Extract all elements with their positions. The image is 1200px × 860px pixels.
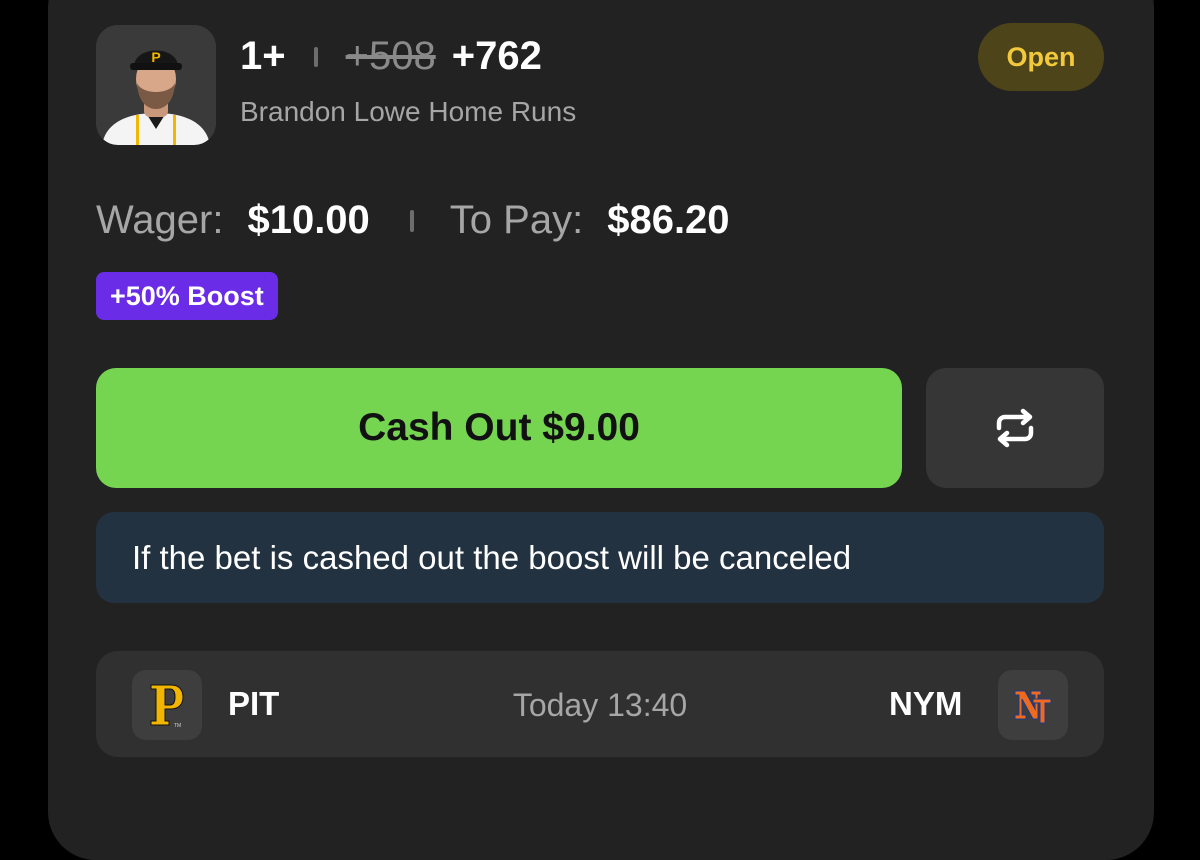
divider bbox=[409, 209, 414, 232]
divider bbox=[313, 46, 318, 67]
market-name: Brandon Lowe Home Runs bbox=[240, 96, 577, 127]
game-info-row[interactable]: TM PIT Today 13:40 NYM bbox=[96, 651, 1104, 757]
bet-odds-line: 1+ +508 +762 bbox=[240, 34, 542, 79]
away-team-abbr: NYM bbox=[889, 685, 963, 722]
wager-label: Wager: bbox=[96, 198, 224, 242]
player-avatar: P bbox=[96, 25, 216, 145]
wager-row: Wager: $10.00 To Pay: $86.20 bbox=[96, 198, 730, 243]
status-badge: Open bbox=[978, 23, 1104, 91]
svg-text:P: P bbox=[151, 49, 160, 65]
mets-logo-icon bbox=[998, 670, 1068, 740]
original-odds: +508 bbox=[345, 34, 436, 78]
to-pay-value: $86.20 bbox=[607, 198, 730, 242]
cash-out-button[interactable]: Cash Out $9.00 bbox=[96, 368, 902, 488]
wager-value: $10.00 bbox=[247, 198, 370, 242]
player-photo-icon: P bbox=[96, 25, 216, 145]
boost-badge: +50% Boost bbox=[96, 272, 278, 320]
boosted-odds: +762 bbox=[451, 34, 542, 78]
to-pay-label: To Pay: bbox=[449, 198, 584, 242]
swap-bet-button[interactable] bbox=[926, 368, 1104, 488]
selection-label: 1+ bbox=[240, 34, 286, 78]
swap-arrows-icon bbox=[996, 408, 1034, 448]
cashout-notice: If the bet is cashed out the boost will … bbox=[96, 512, 1104, 603]
